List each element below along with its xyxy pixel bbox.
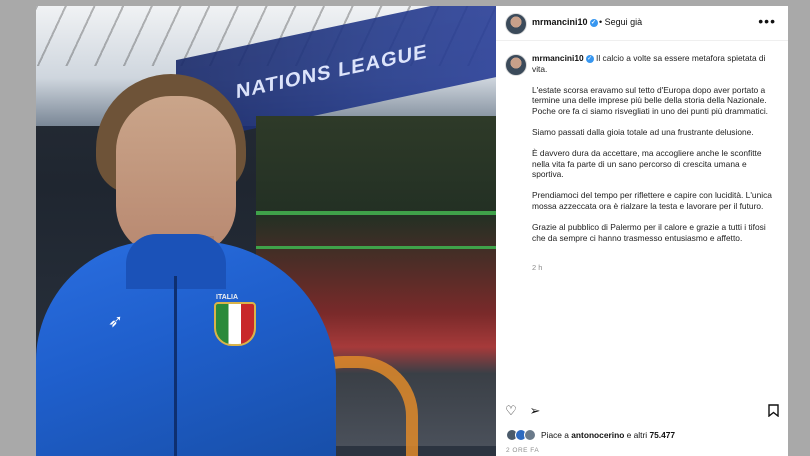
- likes-liker[interactable]: antonocerino: [571, 430, 624, 440]
- caption-lead: mrmancini10 ✓ Il calcio a volte sa essere…: [532, 53, 778, 74]
- caption-username[interactable]: mrmancini10: [532, 53, 584, 63]
- send-icon[interactable]: ➢: [528, 404, 542, 418]
- crest-label: ITALIA: [216, 294, 239, 301]
- follow-status[interactable]: • Segui già: [599, 17, 642, 27]
- posted-ago[interactable]: 2 ORE FA: [506, 447, 539, 454]
- heart-icon[interactable]: ♡: [504, 404, 518, 418]
- caption-paragraph: L'estate scorsa eravamo sul tetto d'Euro…: [532, 84, 769, 116]
- caption-paragraph: Prendiamoci del tempo per riflettere e c…: [532, 190, 772, 211]
- photo-rail: [256, 246, 496, 249]
- caption-paragraph: Siamo passati dalla gioia totale ad una …: [532, 126, 754, 137]
- post-side-panel: mrmancini10 ✓ • Segui già ••• mrmancini10…: [496, 6, 788, 456]
- caption-time[interactable]: 2 h: [532, 263, 542, 272]
- photo-face: [116, 96, 236, 256]
- caption-paragraph: È davvero dura da accettare, ma accoglie…: [532, 148, 762, 180]
- photo-rail: [256, 211, 496, 215]
- likes-prefix: Piace a: [541, 430, 572, 440]
- verified-badge-icon: ✓: [589, 18, 598, 27]
- caption-paragraph: Grazie al pubblico di Palermo per il cal…: [532, 222, 766, 243]
- likes-mid: e altri: [624, 430, 650, 440]
- header-username[interactable]: mrmancini10 ✓: [532, 17, 598, 27]
- post-modal: NATIONS LEAGUE ITALIA ➶ mrmancini10 ✓ • S…: [36, 6, 788, 456]
- post-actions-bar: ♡ ➢: [496, 400, 788, 422]
- likes-summary[interactable]: Piace a antonocerino e altri 75.477: [506, 429, 675, 441]
- photo-zip: [174, 276, 177, 456]
- verified-badge-icon: ✓: [585, 54, 594, 63]
- italy-crest-icon: [214, 302, 256, 346]
- bookmark-icon[interactable]: [766, 404, 780, 418]
- follow-label: Segui già: [604, 17, 643, 27]
- username-text: mrmancini10: [532, 17, 588, 27]
- post-caption: mrmancini10 ✓ Il calcio a volte sa essere…: [532, 53, 778, 254]
- banner-text: NATIONS LEAGUE: [236, 40, 428, 104]
- post-header: mrmancini10 ✓ • Segui già •••: [496, 6, 788, 41]
- liker-avatar: [524, 429, 536, 441]
- avatar[interactable]: [505, 13, 527, 35]
- likes-count[interactable]: 75.477: [649, 430, 675, 440]
- caption-avatar[interactable]: [505, 54, 527, 76]
- likes-text: Piace a antonocerino e altri 75.477: [541, 430, 675, 440]
- more-options-icon[interactable]: •••: [758, 13, 776, 29]
- puma-logo-icon: ➶: [108, 311, 124, 331]
- post-photo[interactable]: NATIONS LEAGUE ITALIA ➶: [36, 6, 496, 456]
